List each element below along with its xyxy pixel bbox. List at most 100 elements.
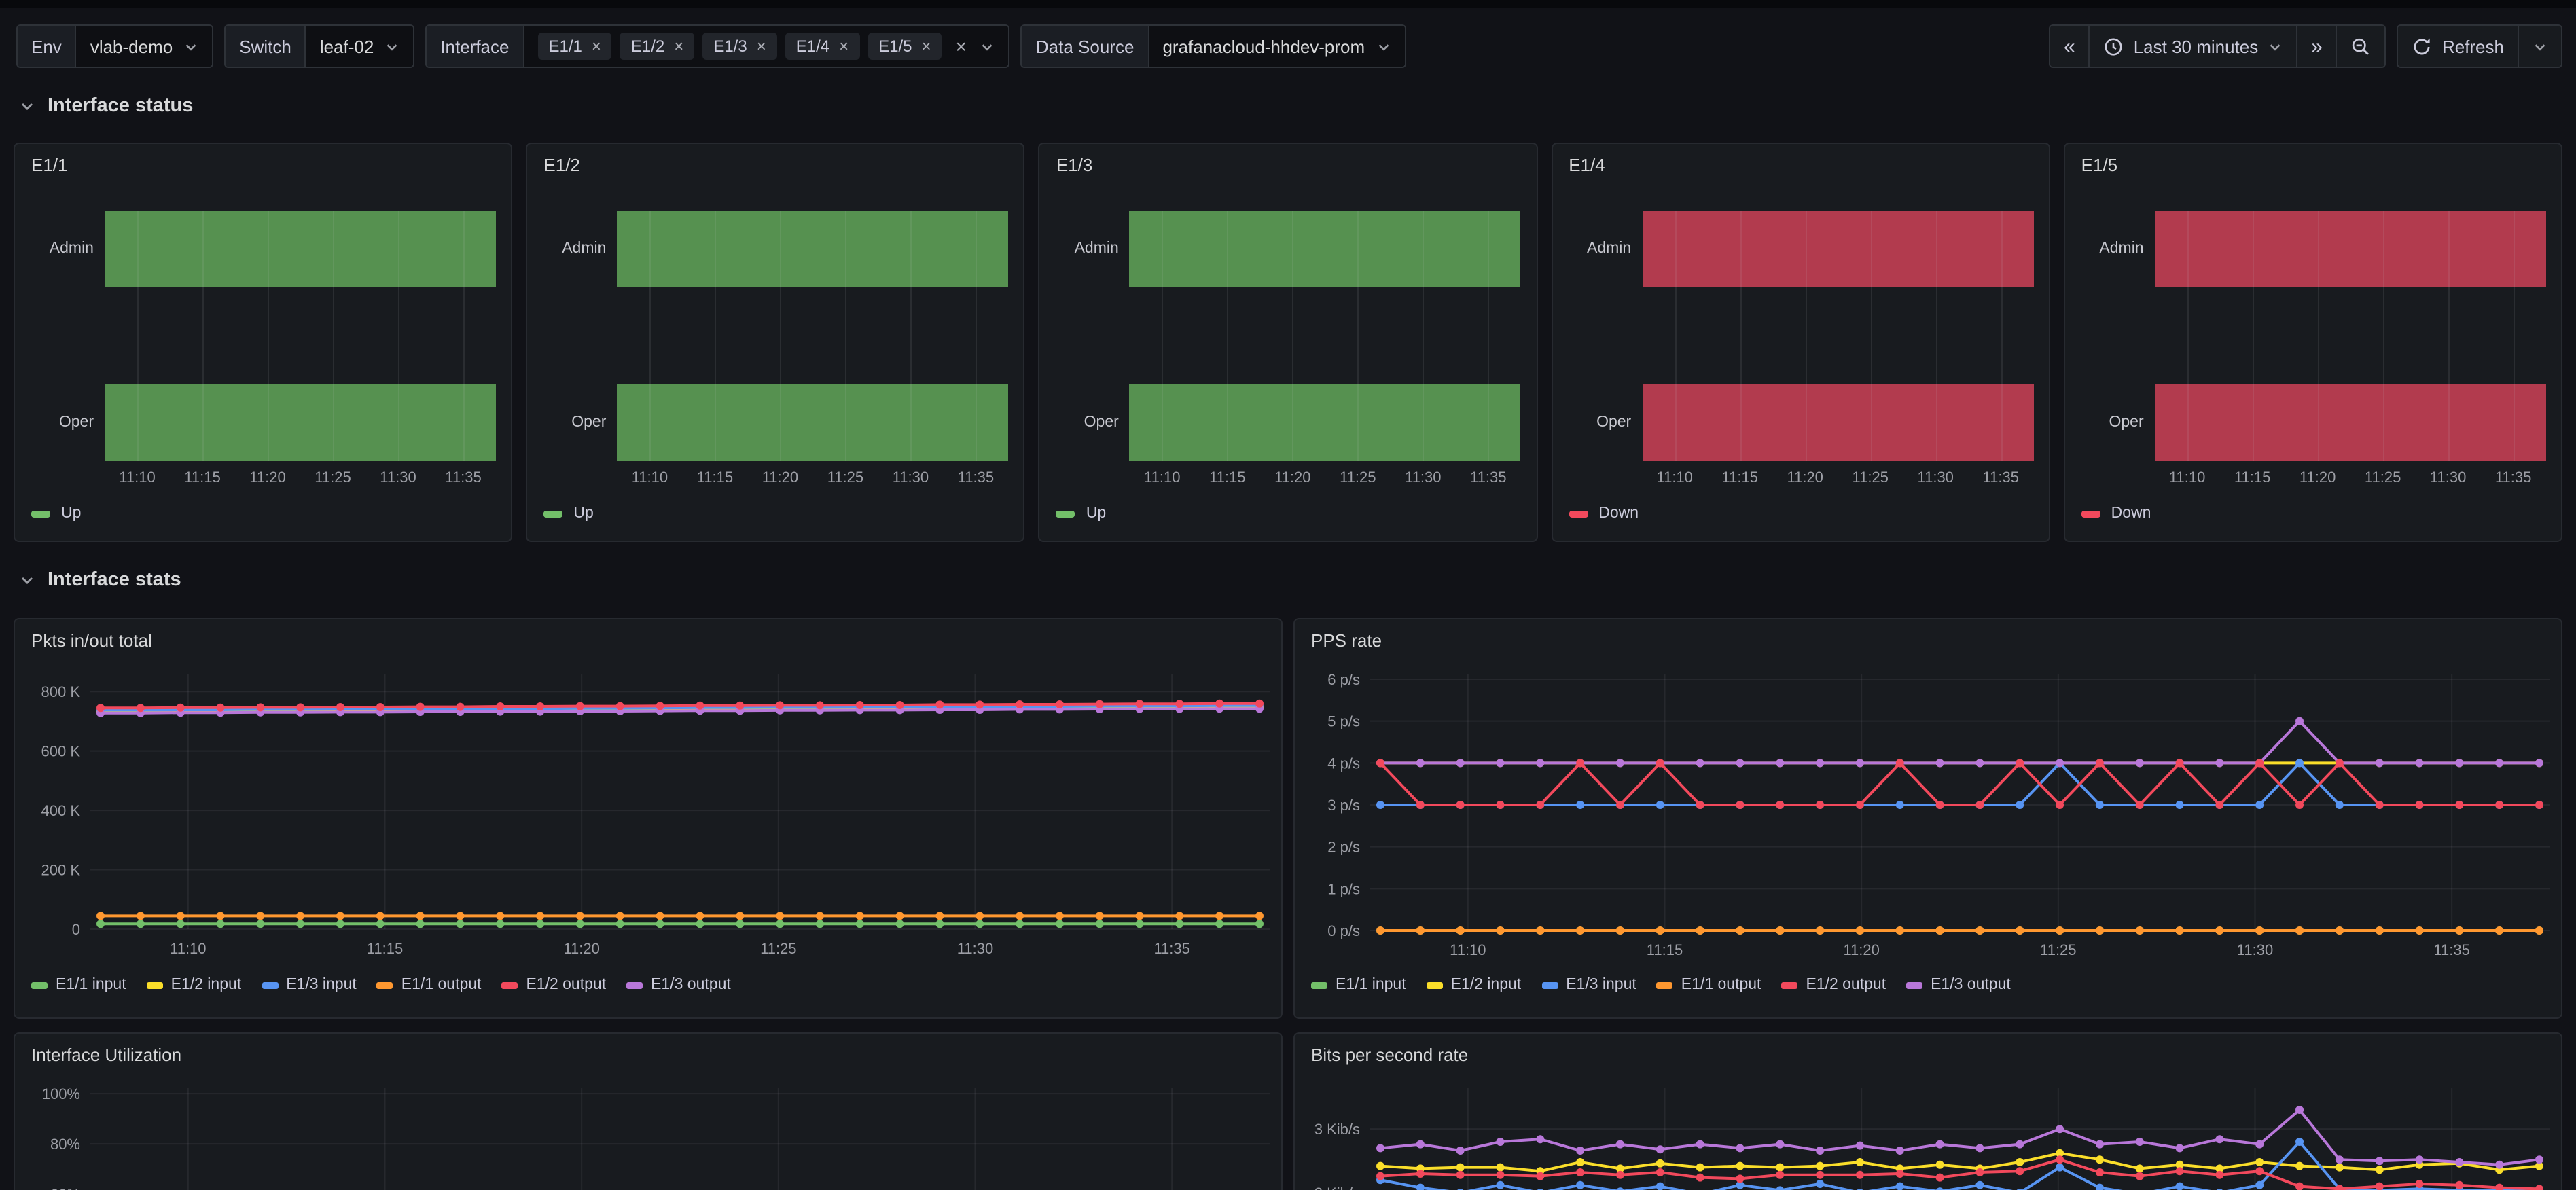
time-shift-back-button[interactable]: « [2050, 26, 2090, 67]
svg-text:11:15: 11:15 [367, 940, 403, 957]
x-axis-tick: 11:30 [878, 470, 943, 486]
row-label-oper: Oper [1040, 414, 1119, 431]
legend-color-mark [543, 510, 562, 517]
panel-interface-utilization: Interface Utilization 11:1011:1511:2011:… [14, 1032, 1283, 1190]
x-axis-tick: 11:25 [2350, 470, 2416, 486]
legend-item[interactable]: E1/2 output [1781, 977, 1886, 993]
legend-color-mark [2081, 510, 2100, 517]
legend-item[interactable]: Up [1056, 505, 1106, 522]
legend-item[interactable]: E1/1 input [1311, 977, 1406, 993]
interface-variable-value[interactable]: E1/1×E1/2×E1/3×E1/4×E1/5× × [524, 26, 1009, 67]
panel-title[interactable]: E1/2 [543, 155, 580, 175]
svg-text:2 Kib/s: 2 Kib/s [1314, 1185, 1360, 1190]
time-shift-forward-button[interactable]: » [2297, 26, 2338, 67]
refresh-group: Refresh [2397, 24, 2562, 68]
row-label-admin: Admin [1552, 240, 1631, 257]
legend-item[interactable]: E1/2 output [501, 977, 606, 993]
interface-tag[interactable]: E1/5× [867, 33, 942, 60]
legend-label: E1/1 output [1681, 977, 1761, 993]
panel-title[interactable]: E1/5 [2081, 155, 2118, 175]
remove-tag-icon[interactable]: × [757, 37, 766, 56]
admin-state-bar [1642, 211, 2033, 287]
panel-title[interactable]: E1/1 [31, 155, 68, 175]
legend-label: E1/2 input [171, 977, 242, 993]
legend-item[interactable]: Down [2081, 505, 2151, 522]
remove-tag-icon[interactable]: × [674, 37, 683, 56]
switch-variable-value[interactable]: leaf-02 [306, 26, 414, 67]
interface-tag[interactable]: E1/1× [538, 33, 612, 60]
legend-item[interactable]: E1/3 input [262, 977, 357, 993]
interface-tag[interactable]: E1/2 × [620, 33, 694, 60]
legend-label: E1/2 output [1806, 977, 1886, 993]
clock-icon [2104, 36, 2124, 56]
x-axis-tick: 11:35 [1456, 470, 1521, 486]
datasource-variable-value[interactable]: grafanacloud-hhdev-prom [1149, 26, 1404, 67]
chevron-down-icon [19, 572, 35, 588]
section-interface-status[interactable]: Interface status [19, 92, 2576, 120]
svg-text:11:10: 11:10 [1450, 941, 1486, 958]
section-interface-stats[interactable]: Interface stats [19, 566, 2576, 594]
chevron-down-icon [980, 39, 995, 54]
panel-title[interactable]: E1/4 [1569, 155, 1605, 175]
chevron-down-icon [19, 98, 35, 114]
x-axis-tick: 11:10 [617, 470, 682, 486]
env-variable: Env vlab-demo [16, 24, 213, 68]
svg-text:11:35: 11:35 [2433, 941, 2469, 958]
time-controls: « Last 30 minutes » [2049, 24, 2562, 68]
remove-tag-icon[interactable]: × [839, 37, 848, 56]
legend-item[interactable]: E1/1 output [1657, 977, 1761, 993]
svg-text:2 p/s: 2 p/s [1327, 839, 1360, 856]
legend-item[interactable]: Up [543, 505, 593, 522]
legend-item[interactable]: E1/2 input [1427, 977, 1522, 993]
row-label-admin: Admin [1040, 240, 1119, 257]
legend-item[interactable]: E1/3 input [1541, 977, 1636, 993]
clear-all-icon[interactable]: × [953, 35, 969, 57]
admin-state-bar [617, 211, 1008, 287]
refresh-button[interactable]: Refresh [2399, 26, 2519, 67]
panel-title[interactable]: E1/3 [1056, 155, 1093, 175]
x-axis-tick: 11:30 [365, 470, 431, 486]
time-zoom-out-button[interactable] [2338, 26, 2385, 67]
legend-item[interactable]: Up [31, 505, 81, 522]
time-range-picker[interactable]: Last 30 minutes [2090, 26, 2298, 67]
legend-color-mark [1427, 981, 1443, 988]
legend-label: E1/2 input [1451, 977, 1522, 993]
legend-color-mark [1311, 981, 1327, 988]
grafana-dashboard: Env vlab-demo Switch leaf-02 [0, 0, 2576, 1190]
time-picker-group: « Last 30 minutes » [2049, 24, 2386, 68]
legend-item[interactable]: E1/3 output [1906, 977, 2011, 993]
series-line [1380, 1159, 2539, 1189]
svg-text:11:20: 11:20 [563, 940, 599, 957]
interface-tag[interactable]: E1/4× [785, 33, 859, 60]
legend-item[interactable]: E1/2 input [147, 977, 242, 993]
row-label-oper: Oper [1552, 414, 1631, 431]
svg-text:60%: 60% [50, 1186, 80, 1190]
legend-color-mark [1541, 981, 1558, 988]
series-line [1380, 1110, 2539, 1165]
svg-text:4 p/s: 4 p/s [1327, 755, 1360, 772]
row-label-oper: Oper [527, 414, 606, 431]
svg-text:11:25: 11:25 [2040, 941, 2076, 958]
legend-item[interactable]: E1/1 output [377, 977, 482, 993]
chevron-down-icon [183, 39, 198, 54]
time-range-label: Last 30 minutes [2134, 36, 2259, 56]
legend-item[interactable]: E1/1 input [31, 977, 126, 993]
svg-text:11:30: 11:30 [957, 940, 993, 957]
env-variable-value[interactable]: vlab-demo [77, 26, 212, 67]
datasource-variable: Data Source grafanacloud-hhdev-prom [1021, 24, 1406, 68]
series-line [1380, 763, 2539, 805]
interface-tag[interactable]: E1/3× [702, 33, 776, 60]
interface-tag-label: E1/2 [631, 37, 664, 56]
remove-tag-icon[interactable]: × [592, 37, 601, 56]
section-title: Interface status [48, 95, 193, 117]
series-line [1380, 1153, 2539, 1171]
legend-item[interactable]: Down [1569, 505, 1639, 522]
chart-canvas: 11:1011:1511:2011:2511:3011:35100%80%60%… [15, 1034, 1284, 1190]
svg-text:80%: 80% [50, 1136, 80, 1153]
x-axis-tick: 11:10 [1130, 470, 1195, 486]
x-axis-tick: 11:15 [682, 470, 747, 486]
refresh-interval-dropdown[interactable] [2519, 26, 2561, 67]
legend-item[interactable]: E1/3 output [626, 977, 731, 993]
remove-tag-icon[interactable]: × [922, 37, 931, 56]
svg-text:11:30: 11:30 [2237, 941, 2273, 958]
